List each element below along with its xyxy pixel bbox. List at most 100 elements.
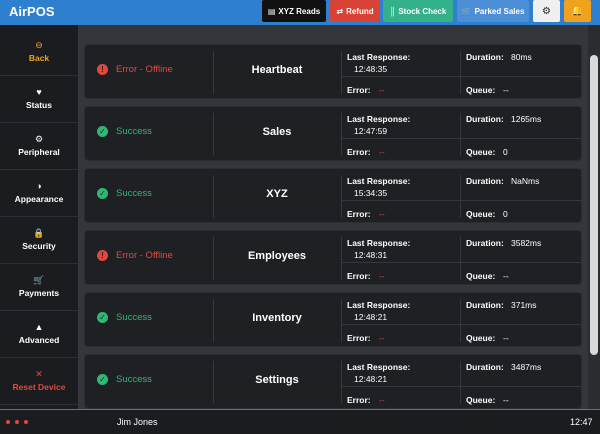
refund-button[interactable]: ⇄ Refund bbox=[330, 0, 380, 22]
error-value: -- bbox=[379, 333, 385, 343]
duration-value: 3582ms bbox=[511, 238, 542, 248]
sidebar-item-label: Status bbox=[26, 100, 52, 110]
divider bbox=[341, 361, 342, 404]
queue-label: Queue: bbox=[466, 147, 496, 157]
divider bbox=[213, 51, 214, 94]
sidebar-item-payments[interactable]: 🛒 Payments bbox=[0, 264, 78, 311]
check-icon: ✓ bbox=[97, 312, 108, 323]
sidebar-item-label: Back bbox=[28, 53, 50, 63]
divider bbox=[213, 299, 214, 342]
sidebar-item-reset-device[interactable]: ✕ Reset Device bbox=[0, 358, 78, 405]
xyz-reads-label: XYZ Reads bbox=[278, 6, 321, 16]
last-response-label: Last Response: bbox=[347, 300, 411, 310]
last-response-label: Last Response: bbox=[347, 238, 411, 248]
close-icon: ✕ bbox=[35, 369, 43, 379]
error-label: Error: bbox=[347, 85, 371, 95]
error-icon: ! bbox=[97, 64, 108, 75]
parked-sales-button[interactable]: 🛒 Parked Sales bbox=[457, 0, 529, 22]
duration-label: Duration: bbox=[466, 176, 504, 186]
divider bbox=[341, 262, 581, 263]
connection-indicator-icon bbox=[6, 420, 10, 424]
sidebar-item-advanced[interactable]: ▲ Advanced bbox=[0, 311, 78, 358]
service-status-text: Error - Offline bbox=[116, 64, 173, 75]
lock-icon: 🔒 bbox=[33, 228, 45, 238]
connection-indicator-icon bbox=[15, 420, 19, 424]
duration-label: Duration: bbox=[466, 300, 504, 310]
duration-label: Duration: bbox=[466, 238, 504, 248]
error-label: Error: bbox=[347, 147, 371, 157]
error-value: -- bbox=[379, 147, 385, 157]
queue-label: Queue: bbox=[466, 271, 496, 281]
stock-check-label: Stock Check bbox=[398, 6, 447, 16]
queue-value: 0 bbox=[503, 209, 508, 219]
divider bbox=[341, 299, 342, 342]
divider bbox=[341, 175, 342, 218]
service-status-text: Success bbox=[116, 188, 152, 199]
queue-label: Queue: bbox=[466, 209, 496, 219]
error-value: -- bbox=[379, 395, 385, 405]
clock: 12:47 bbox=[570, 417, 593, 427]
last-response-value: 12:48:21 bbox=[354, 374, 388, 384]
last-response-value: 12:48:35 bbox=[354, 64, 388, 74]
error-value: -- bbox=[379, 271, 385, 281]
service-card-xyz: ✓ Success XYZ Last Response: 15:34:35 Du… bbox=[84, 168, 582, 223]
error-value: -- bbox=[379, 85, 385, 95]
sidebar-item-label: Payments bbox=[18, 288, 60, 298]
settings-button[interactable]: ⚙ bbox=[533, 0, 560, 22]
sidebar-item-label: Security bbox=[22, 241, 56, 251]
service-status-text: Success bbox=[116, 374, 152, 385]
top-bar: AirPOS ▤ XYZ Reads ⇄ Refund ║ Stock Chec… bbox=[0, 0, 600, 25]
service-status: ✓ Success bbox=[97, 126, 152, 137]
service-status-text: Error - Offline bbox=[116, 250, 173, 261]
divider bbox=[213, 113, 214, 156]
error-label: Error: bbox=[347, 271, 371, 281]
check-icon: ✓ bbox=[97, 126, 108, 137]
check-icon: ✓ bbox=[97, 374, 108, 385]
status-bar: Jim Jones 12:47 bbox=[0, 409, 600, 434]
sidebar-item-peripheral[interactable]: ⚙ Peripheral bbox=[0, 123, 78, 170]
refund-label: Refund bbox=[346, 6, 374, 16]
scrollbar-thumb[interactable] bbox=[590, 55, 598, 355]
divider bbox=[460, 237, 461, 280]
sidebar-item-status[interactable]: ♥ Status bbox=[0, 76, 78, 123]
sidebar-item-appearance[interactable]: ◑ Appearance bbox=[0, 170, 78, 217]
divider bbox=[341, 138, 581, 139]
xyz-reads-button[interactable]: ▤ XYZ Reads bbox=[262, 0, 326, 22]
service-name: Inventory bbox=[252, 312, 302, 324]
error-value: -- bbox=[379, 209, 385, 219]
duration-value: 371ms bbox=[511, 300, 537, 310]
service-card-heartbeat: ! Error - Offline Heartbeat Last Respons… bbox=[84, 44, 582, 99]
duration-value: 3487ms bbox=[511, 362, 542, 372]
sidebar-item-label: Peripheral bbox=[18, 147, 60, 157]
divider bbox=[213, 237, 214, 280]
cart-icon: 🛒 bbox=[33, 275, 45, 285]
service-status: ✓ Success bbox=[97, 188, 152, 199]
contrast-icon: ◑ bbox=[36, 181, 42, 191]
divider bbox=[341, 237, 342, 280]
duration-value: 1265ms bbox=[511, 114, 542, 124]
connection-indicator-icon bbox=[24, 420, 28, 424]
last-response-value: 12:48:31 bbox=[354, 250, 388, 260]
receipt-icon: ▤ bbox=[267, 6, 276, 16]
duration-value: NaNms bbox=[511, 176, 540, 186]
divider bbox=[341, 113, 342, 156]
queue-value: -- bbox=[503, 85, 509, 95]
sidebar-item-security[interactable]: 🔒 Security bbox=[0, 217, 78, 264]
queue-value: 0 bbox=[503, 147, 508, 157]
service-status: ✓ Success bbox=[97, 374, 152, 385]
barcode-icon: ║ bbox=[389, 6, 396, 16]
service-status: ! Error - Offline bbox=[97, 250, 173, 261]
refund-icon: ⇄ bbox=[336, 6, 344, 16]
service-card-employees: ! Error - Offline Employees Last Respons… bbox=[84, 230, 582, 285]
last-response-label: Last Response: bbox=[347, 114, 411, 124]
app-title: AirPOS bbox=[9, 4, 55, 19]
scrollbar[interactable] bbox=[588, 25, 600, 409]
notifications-button[interactable]: 🔔 bbox=[564, 0, 591, 22]
sidebar-item-back[interactable]: ⊖ Back bbox=[0, 29, 78, 76]
queue-value: -- bbox=[503, 333, 509, 343]
divider bbox=[460, 361, 461, 404]
divider bbox=[460, 51, 461, 94]
stock-check-button[interactable]: ║ Stock Check bbox=[383, 0, 453, 22]
warning-icon: ▲ bbox=[34, 322, 44, 332]
divider bbox=[341, 386, 581, 387]
